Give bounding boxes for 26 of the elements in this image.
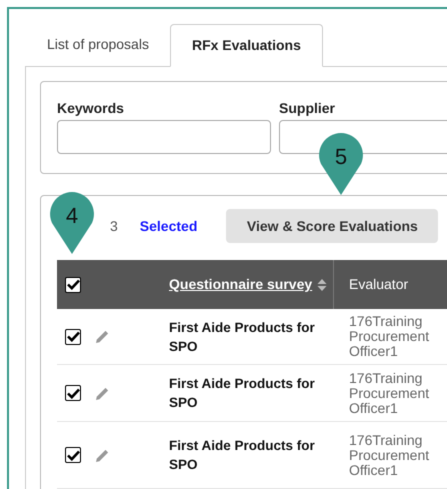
checkbox[interactable] <box>65 447 81 463</box>
checkbox[interactable] <box>65 276 81 292</box>
view-score-button[interactable]: View & Score Evaluations <box>226 209 438 243</box>
table-cell-text: 176Training ProcurementOfficer1 <box>349 314 430 359</box>
table-cell-text: First Aide Products for SPO <box>169 375 316 412</box>
table-cell-text: First Aide Products for SPO <box>169 437 316 474</box>
sort-icon[interactable] <box>317 278 327 292</box>
tab[interactable]: List of proposals <box>25 23 170 66</box>
edit-icon[interactable] <box>95 448 110 462</box>
edit-icon[interactable] <box>95 386 110 400</box>
column-header-link[interactable]: Questionnaire survey <box>169 274 312 295</box>
column-header: Evaluator <box>349 275 408 294</box>
step-callout-tooltip: 5 <box>319 133 363 195</box>
selected-label: Selected <box>140 216 198 236</box>
selected-count: 3 <box>110 216 118 236</box>
field-label: Keywords <box>57 99 125 117</box>
table-cell-text: 176Training ProcurementOfficer1 <box>349 432 430 478</box>
step-callout-tooltip: 4 <box>50 192 94 254</box>
tab[interactable]: RFx Evaluations <box>170 24 323 67</box>
table-cell-text: 176Training ProcurementOfficer1 <box>349 370 430 416</box>
table-cell-text: First Aide Products for SPO <box>169 318 316 356</box>
checkbox[interactable] <box>65 385 81 401</box>
field-label: Supplier <box>279 99 336 117</box>
edit-icon[interactable] <box>95 329 110 344</box>
input-field[interactable] <box>57 120 271 154</box>
checkbox[interactable] <box>65 328 81 344</box>
